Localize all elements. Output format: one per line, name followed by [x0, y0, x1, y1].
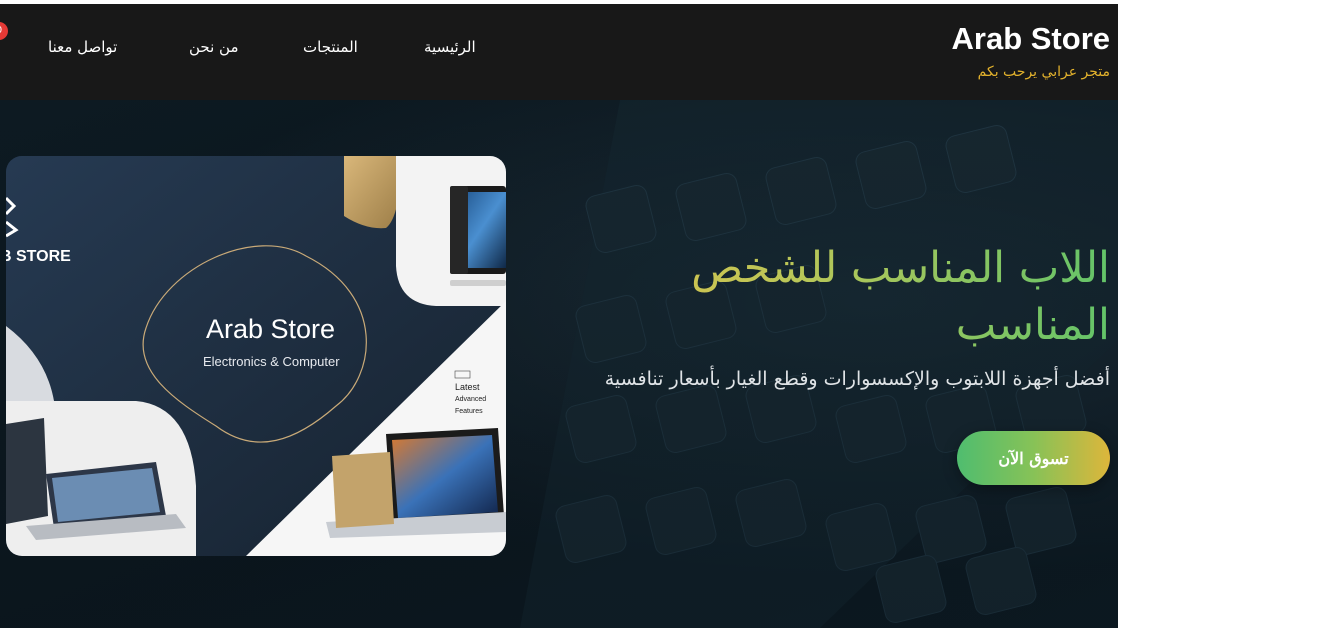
promo-subtitle: Electronics & Computer: [203, 354, 340, 369]
hero-title: اللاب المناسب للشخص المناسب: [550, 240, 1110, 354]
nav-about[interactable]: من نحن: [189, 38, 239, 56]
page-frame: Arab Store متجر عرابي يرحب بكم الرئيسية …: [0, 4, 1118, 628]
promo-card-image: B STORE Arab Store Electronics & Compute…: [6, 156, 506, 556]
promo-title: Arab Store: [206, 314, 336, 344]
brand[interactable]: Arab Store متجر عرابي يرحب بكم: [952, 20, 1110, 80]
promo-latest-subtitle: Advanced Features: [455, 396, 487, 415]
cart-count-badge[interactable]: 0: [0, 22, 8, 40]
nav-home[interactable]: الرئيسية: [424, 38, 476, 56]
promo-latest-title: Latest: [455, 382, 480, 392]
shop-now-button[interactable]: تسوق الآن: [957, 431, 1110, 485]
nav-contact[interactable]: تواصل معنا: [48, 38, 117, 56]
promo-store-label: B STORE: [6, 248, 71, 265]
nav-products[interactable]: المنتجات: [303, 38, 358, 56]
brand-name[interactable]: Arab Store: [952, 20, 1110, 58]
promo-latest-label: Latest Advanced Features: [455, 382, 506, 417]
brand-tagline: متجر عرابي يرحب بكم: [977, 64, 1110, 80]
hero-subtitle: أفضل أجهزة اللابتوب والإكسسوارات وقطع ال…: [604, 368, 1110, 390]
site-header: Arab Store متجر عرابي يرحب بكم الرئيسية …: [0, 4, 1118, 100]
hero-section: B STORE Arab Store Electronics & Compute…: [0, 100, 1118, 628]
